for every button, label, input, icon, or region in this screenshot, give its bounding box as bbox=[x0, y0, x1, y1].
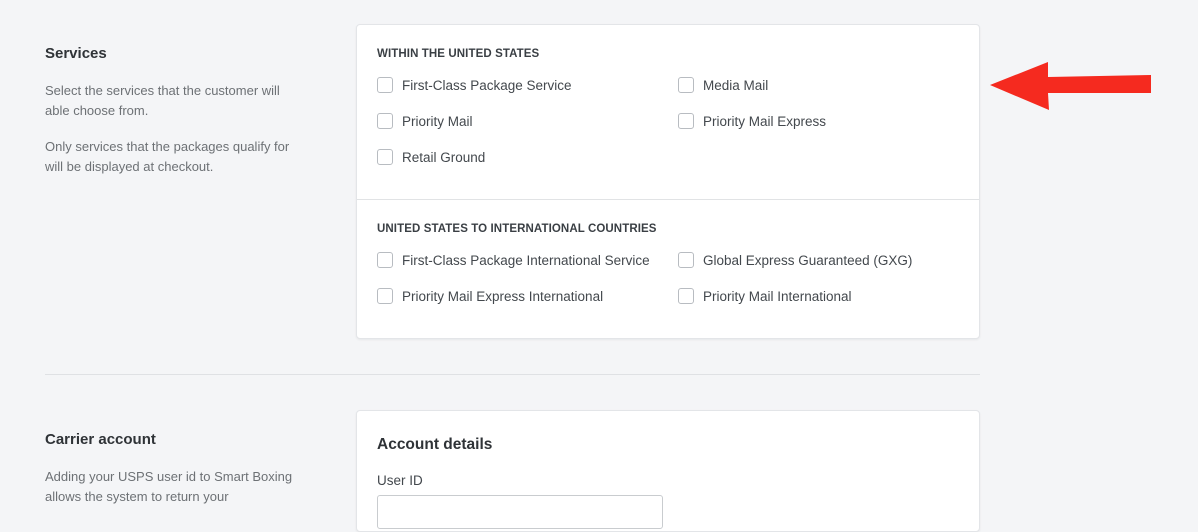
domestic-heading: WITHIN THE UNITED STATES bbox=[377, 48, 540, 60]
checkbox[interactable] bbox=[678, 252, 694, 268]
checkbox[interactable] bbox=[678, 77, 694, 93]
checkbox[interactable] bbox=[377, 149, 393, 165]
card-divider bbox=[357, 199, 979, 200]
option-priority-mail-express[interactable]: Priority Mail Express bbox=[678, 113, 826, 129]
option-media-mail[interactable]: Media Mail bbox=[678, 77, 768, 93]
services-qualify-note: Only services that the packages qualify … bbox=[45, 139, 290, 174]
red-arrow-icon bbox=[990, 62, 1151, 110]
option-label: First-Class Package International Servic… bbox=[402, 252, 650, 268]
option-label: Priority Mail Express bbox=[703, 113, 827, 129]
option-label: Priority Mail bbox=[402, 113, 473, 129]
checkbox[interactable] bbox=[377, 252, 393, 268]
option-global-express-guaranteed[interactable]: Global Express Guaranteed (GXG) bbox=[678, 252, 912, 268]
user-id-label: User ID bbox=[377, 473, 423, 488]
section-divider bbox=[45, 374, 980, 375]
carrier-account-title: Carrier account bbox=[45, 431, 156, 448]
option-label: Retail Ground bbox=[402, 149, 486, 165]
option-priority-mail-international[interactable]: Priority Mail International bbox=[678, 288, 852, 304]
checkbox[interactable] bbox=[377, 77, 393, 93]
option-label: Priority Mail International bbox=[703, 288, 852, 304]
checkbox[interactable] bbox=[377, 288, 393, 304]
option-label: Priority Mail Express International bbox=[402, 288, 604, 304]
option-first-class-package-international[interactable]: First-Class Package International Servic… bbox=[377, 252, 650, 268]
carrier-account-description: Adding your USPS user id to Smart Boxing… bbox=[45, 469, 293, 504]
option-label: First-Class Package Service bbox=[402, 77, 572, 93]
option-first-class-package-service[interactable]: First-Class Package Service bbox=[377, 77, 572, 93]
checkbox[interactable] bbox=[678, 288, 694, 304]
account-details-title: Account details bbox=[377, 436, 493, 453]
services-title: Services bbox=[45, 45, 107, 62]
international-heading: UNITED STATES TO INTERNATIONAL COUNTRIES bbox=[377, 223, 657, 235]
user-id-input[interactable] bbox=[377, 495, 663, 529]
checkbox[interactable] bbox=[377, 113, 393, 129]
services-card: WITHIN THE UNITED STATES First-Class Pac… bbox=[356, 24, 980, 339]
option-label: Global Express Guaranteed (GXG) bbox=[703, 252, 913, 268]
option-priority-mail-express-international[interactable]: Priority Mail Express International bbox=[377, 288, 603, 304]
checkbox[interactable] bbox=[678, 113, 694, 129]
services-description: Select the services that the customer wi… bbox=[45, 83, 280, 118]
option-retail-ground[interactable]: Retail Ground bbox=[377, 149, 485, 165]
option-label: Media Mail bbox=[703, 77, 769, 93]
option-priority-mail[interactable]: Priority Mail bbox=[377, 113, 473, 129]
account-details-card: Account details User ID bbox=[356, 410, 980, 532]
